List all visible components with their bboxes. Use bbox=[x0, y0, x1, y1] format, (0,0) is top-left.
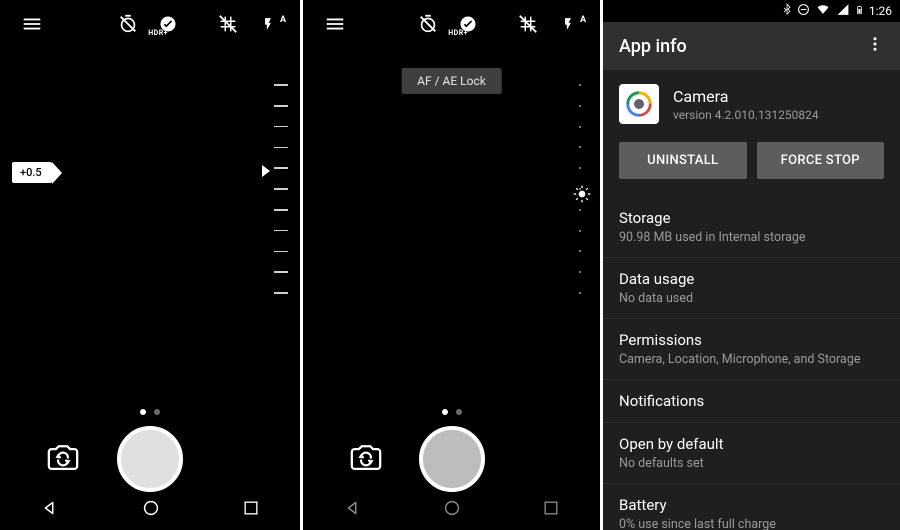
section-data-usage[interactable]: Data usage No data used bbox=[603, 257, 900, 318]
hdr-label: HDR+ bbox=[448, 29, 468, 37]
mode-indicator-dots bbox=[0, 409, 300, 415]
section-subtitle: No data used bbox=[619, 291, 884, 306]
dnd-icon bbox=[797, 3, 810, 19]
exposure-value-tag[interactable]: +0.5 bbox=[12, 162, 52, 183]
nav-back-icon[interactable] bbox=[39, 497, 61, 523]
app-name: Camera bbox=[673, 87, 819, 106]
section-title: Notifications bbox=[619, 392, 884, 410]
section-notifications[interactable]: Notifications bbox=[603, 379, 900, 422]
grid-off-icon[interactable] bbox=[508, 13, 548, 35]
camera-screen-aflock: HDR+ A AF / AE Lock bbox=[300, 0, 600, 530]
nav-recent-icon[interactable] bbox=[541, 498, 561, 522]
camera-topbar: HDR+ A bbox=[303, 0, 600, 48]
battery-icon bbox=[855, 3, 864, 20]
flash-mode-badge: A bbox=[280, 15, 286, 25]
app-version: version 4.2.010.131250824 bbox=[673, 108, 819, 122]
nav-home-icon[interactable] bbox=[140, 497, 162, 523]
switch-camera-icon[interactable] bbox=[46, 442, 80, 480]
section-storage[interactable]: Storage 90.98 MB used in Internal storag… bbox=[603, 197, 900, 257]
uninstall-button[interactable]: UNINSTALL bbox=[619, 142, 747, 179]
timer-off-icon[interactable] bbox=[108, 13, 148, 35]
overflow-menu-icon[interactable] bbox=[866, 35, 884, 58]
android-navbar bbox=[303, 490, 600, 530]
section-open-by-default[interactable]: Open by default No defaults set bbox=[603, 422, 900, 483]
flash-auto-icon[interactable]: A bbox=[248, 13, 288, 35]
camera-screen-exposure: HDR+ A +0.5 bbox=[0, 0, 300, 530]
section-subtitle: No defaults set bbox=[619, 456, 884, 471]
statusbar-time: 1:26 bbox=[869, 4, 892, 18]
cell-signal-icon bbox=[836, 3, 850, 19]
section-title: Storage bbox=[619, 209, 884, 227]
shutter-button[interactable] bbox=[419, 426, 485, 492]
android-navbar bbox=[0, 490, 300, 530]
app-info-screen: 1:26 App info Camera version 4.2.010.131… bbox=[600, 0, 900, 530]
app-header-row: Camera version 4.2.010.131250824 bbox=[603, 70, 900, 134]
camera-app-icon bbox=[619, 84, 659, 124]
app-action-buttons: UNINSTALL FORCE STOP bbox=[603, 134, 900, 197]
brightness-slider-handle[interactable] bbox=[572, 184, 592, 208]
camera-topbar: HDR+ A bbox=[0, 0, 300, 48]
af-ae-lock-toast: AF / AE Lock bbox=[401, 68, 502, 94]
nav-back-icon[interactable] bbox=[342, 497, 364, 523]
mode-indicator-dots bbox=[303, 409, 600, 415]
section-subtitle: Camera, Location, Microphone, and Storag… bbox=[619, 352, 884, 367]
flash-mode-badge: A bbox=[580, 15, 586, 25]
section-subtitle: 90.98 MB used in Internal storage bbox=[619, 230, 884, 245]
grid-off-icon[interactable] bbox=[208, 13, 248, 35]
app-info-header: App info bbox=[603, 22, 900, 70]
android-statusbar: 1:26 bbox=[603, 0, 900, 22]
section-battery[interactable]: Battery 0% use since last full charge bbox=[603, 483, 900, 530]
page-title: App info bbox=[619, 36, 687, 57]
nav-home-icon[interactable] bbox=[441, 497, 463, 523]
timer-off-icon[interactable] bbox=[408, 13, 448, 35]
nav-recent-icon[interactable] bbox=[241, 498, 261, 522]
menu-icon[interactable] bbox=[12, 13, 52, 35]
section-permissions[interactable]: Permissions Camera, Location, Microphone… bbox=[603, 318, 900, 379]
switch-camera-icon[interactable] bbox=[349, 442, 383, 480]
force-stop-button[interactable]: FORCE STOP bbox=[757, 142, 885, 179]
menu-icon[interactable] bbox=[315, 13, 355, 35]
section-title: Data usage bbox=[619, 270, 884, 288]
exposure-slider-pointer[interactable] bbox=[262, 165, 270, 177]
section-title: Battery bbox=[619, 496, 884, 514]
hdr-label: HDR+ bbox=[148, 29, 168, 37]
exposure-slider[interactable] bbox=[274, 84, 288, 294]
section-title: Open by default bbox=[619, 435, 884, 453]
bluetooth-icon bbox=[782, 3, 792, 20]
wifi-icon bbox=[815, 3, 831, 19]
section-title: Permissions bbox=[619, 331, 884, 349]
section-subtitle: 0% use since last full charge bbox=[619, 517, 884, 530]
flash-auto-icon[interactable]: A bbox=[548, 13, 588, 35]
shutter-button[interactable] bbox=[117, 426, 183, 492]
